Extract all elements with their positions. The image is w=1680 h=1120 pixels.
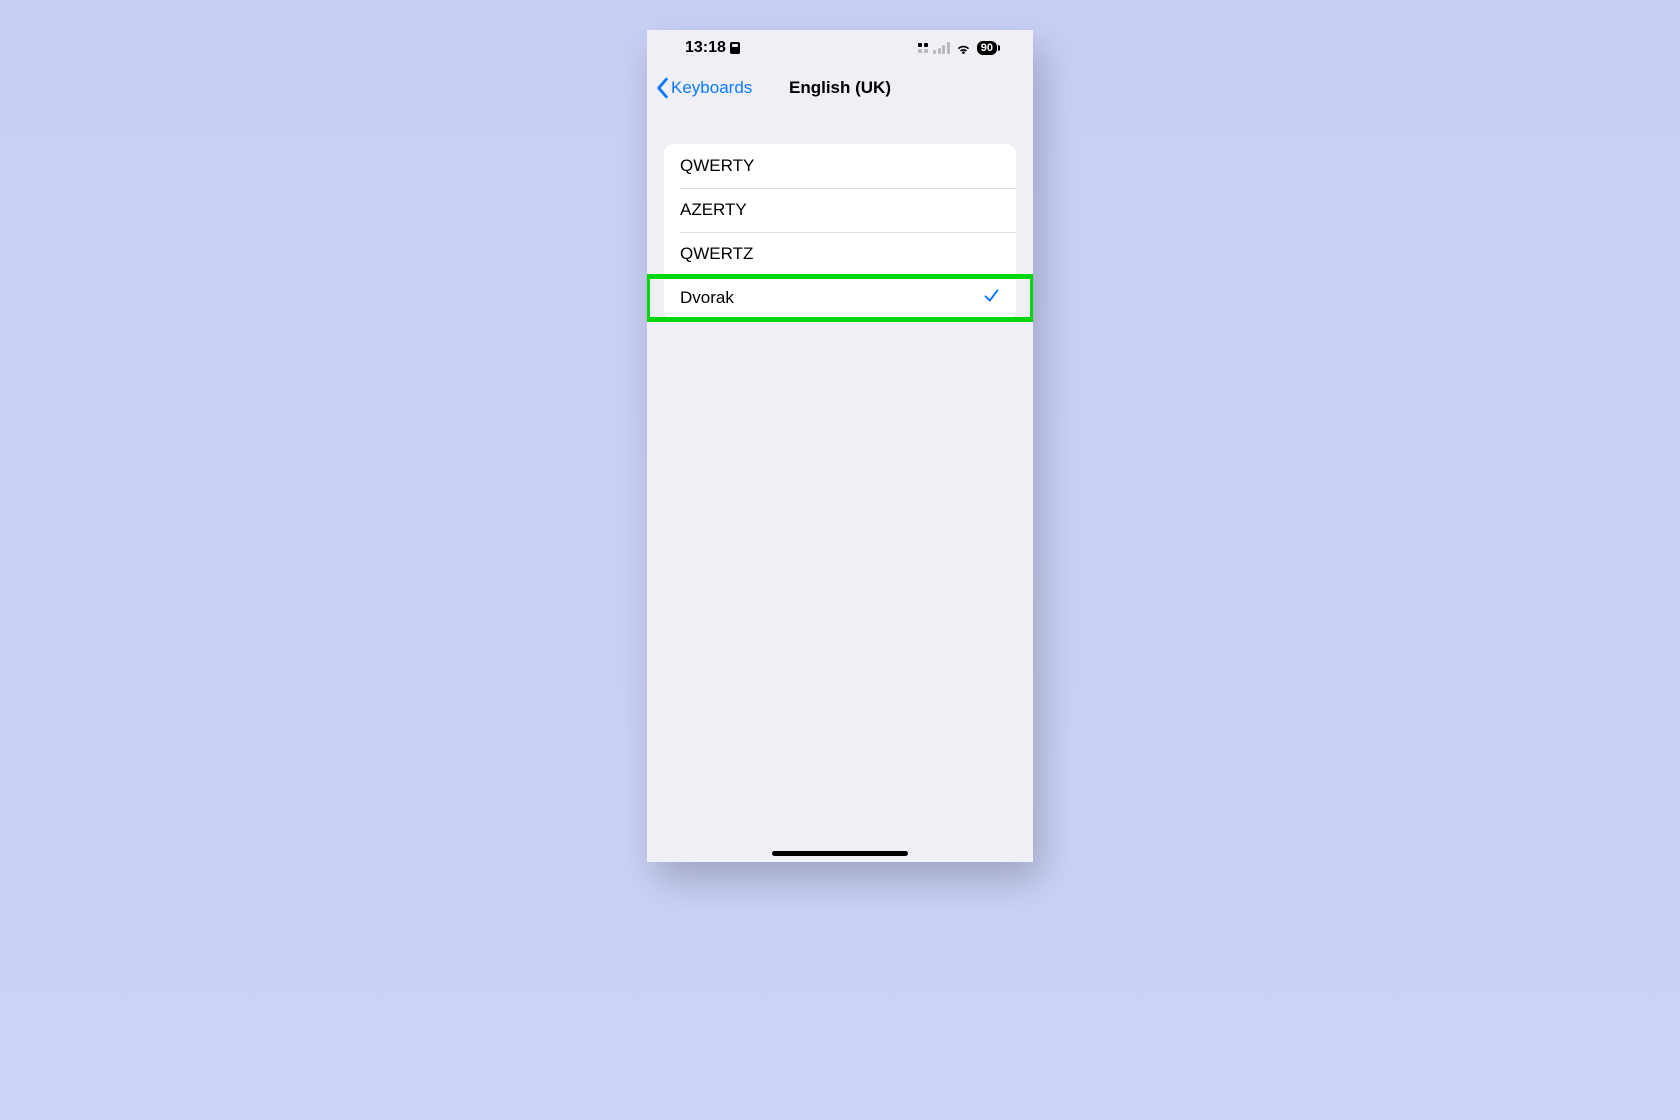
status-bar: 13:18 90 bbox=[647, 30, 1033, 66]
portrait-lock-icon bbox=[730, 42, 740, 54]
layout-option-azerty[interactable]: AZERTY bbox=[664, 188, 1016, 232]
back-button[interactable]: Keyboards bbox=[655, 66, 752, 110]
checkmark-icon bbox=[983, 287, 1000, 309]
status-bar-right: 90 bbox=[918, 40, 997, 57]
battery-level: 90 bbox=[981, 42, 993, 54]
status-bar-left: 13:18 bbox=[685, 39, 740, 57]
divider bbox=[680, 232, 1016, 233]
layout-option-qwertz[interactable]: QWERTZ bbox=[664, 232, 1016, 276]
layout-option-qwerty[interactable]: QWERTY bbox=[664, 144, 1016, 188]
layout-label: AZERTY bbox=[680, 200, 747, 220]
layout-label: Dvorak bbox=[680, 288, 734, 308]
chevron-left-icon bbox=[655, 77, 669, 99]
navigation-bar: Keyboards English (UK) bbox=[647, 66, 1033, 110]
battery-icon: 90 bbox=[977, 41, 997, 55]
cellular-signal-icon bbox=[933, 42, 950, 54]
home-indicator[interactable] bbox=[772, 851, 908, 856]
wifi-icon bbox=[955, 40, 972, 57]
dual-sim-icon bbox=[918, 43, 928, 53]
layout-label: QWERTY bbox=[680, 156, 754, 176]
page-title: English (UK) bbox=[789, 78, 891, 98]
status-time: 13:18 bbox=[685, 39, 726, 57]
divider bbox=[680, 188, 1016, 189]
back-label: Keyboards bbox=[671, 78, 752, 98]
layout-label: QWERTZ bbox=[680, 244, 753, 264]
layout-option-dvorak[interactable]: Dvorak bbox=[664, 276, 1016, 320]
keyboard-layout-list: QWERTY AZERTY QWERTZ Dvorak bbox=[664, 144, 1016, 320]
divider bbox=[680, 276, 1016, 277]
phone-frame: 13:18 90 Keyboards English (UK) bbox=[647, 30, 1033, 862]
content-area: QWERTY AZERTY QWERTZ Dvorak bbox=[647, 110, 1033, 320]
